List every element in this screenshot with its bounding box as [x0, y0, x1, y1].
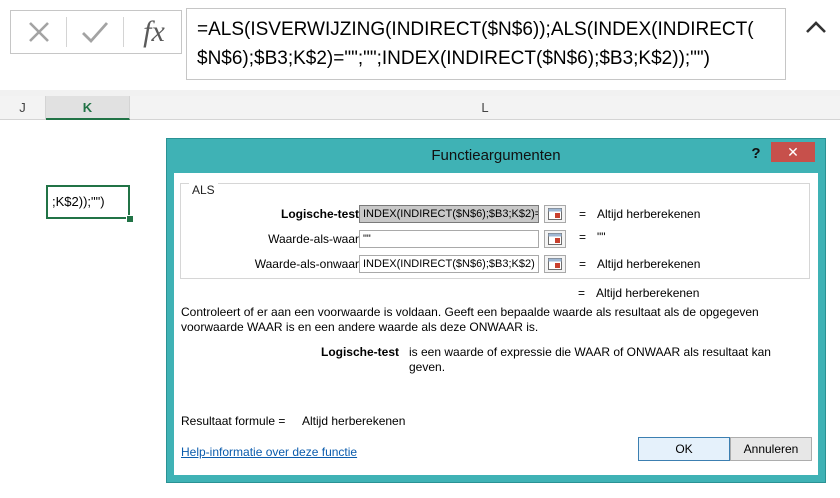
dialog-body: ALS Logische-test INDEX(INDIRECT($N$6);$… [174, 173, 818, 475]
column-j-header[interactable]: J [0, 96, 46, 120]
arg-label-waarde-als-onwaar: Waarde-als-onwaar [254, 257, 359, 271]
formula-bar: fx =ALS(ISVERWIJZING(INDIRECT($N$6));ALS… [0, 0, 840, 90]
column-headers: J K L [0, 96, 840, 120]
function-arguments-dialog: Functieargumenten ? ✕ ALS Logische-test … [166, 138, 826, 483]
column-k-header[interactable]: K [46, 96, 130, 120]
function-name: ALS [189, 183, 218, 197]
range-select-icon[interactable] [544, 205, 566, 223]
collapse-formula-bar-icon[interactable] [796, 12, 836, 42]
range-select-icon[interactable] [544, 255, 566, 273]
x-icon[interactable] [19, 11, 59, 53]
formula-buttons: fx [10, 10, 182, 54]
close-icon[interactable]: ✕ [771, 142, 815, 162]
active-cell[interactable]: ;K$2));"") [46, 185, 130, 219]
fill-handle[interactable] [126, 215, 134, 223]
arg-result: "" [597, 230, 606, 244]
arg-result: Altijd herberekenen [597, 207, 701, 221]
dialog-title: Functieargumenten [431, 147, 561, 164]
arg-input-logische-test[interactable]: INDEX(INDIRECT($N$6);$B3;K$2)= [359, 205, 539, 223]
check-icon[interactable] [73, 11, 117, 53]
arguments-group: ALS Logische-test INDEX(INDIRECT($N$6);$… [180, 183, 810, 279]
arg-eq: = [579, 207, 587, 221]
fx-icon[interactable]: fx [129, 11, 179, 53]
formula-input[interactable]: =ALS(ISVERWIJZING(INDIRECT($N$6));ALS(IN… [186, 8, 786, 80]
arg-eq: = [579, 230, 587, 244]
formula-line-2: $N$6);$B3;K$2)="";"";INDEX(INDIRECT($N$6… [197, 48, 710, 69]
arg-result: Altijd herberekenen [597, 257, 701, 271]
arg-eq: = [579, 257, 587, 271]
overall-result: Altijd herberekenen [596, 286, 700, 300]
overall-eq: = [578, 286, 586, 300]
arg-input-waarde-als-waar[interactable]: "" [359, 230, 539, 248]
result-value: Altijd herberekenen [302, 414, 406, 428]
param-description: is een waarde of expressie die WAAR of O… [409, 345, 771, 374]
column-l-header[interactable]: L [130, 96, 840, 120]
arg-label-waarde-als-waar: Waarde-als-waar [268, 232, 359, 246]
result-label: Resultaat formule = [181, 414, 286, 428]
function-description: Controleert of er aan een voorwaarde is … [181, 305, 759, 334]
cancel-button[interactable]: Annuleren [730, 437, 812, 461]
help-icon[interactable]: ? [745, 143, 767, 165]
param-name: Logische-test [320, 345, 399, 359]
range-select-icon[interactable] [544, 230, 566, 248]
dialog-title-bar[interactable]: Functieargumenten ? ✕ [167, 139, 825, 173]
ok-button[interactable]: OK [638, 437, 730, 461]
arg-label-logische-test: Logische-test [280, 207, 359, 221]
arg-input-waarde-als-onwaar[interactable]: INDEX(INDIRECT($N$6);$B3;K$2) [359, 255, 539, 273]
formula-line-1: =ALS(ISVERWIJZING(INDIRECT($N$6));ALS(IN… [197, 19, 754, 40]
help-link[interactable]: Help-informatie over deze functie [181, 445, 357, 459]
